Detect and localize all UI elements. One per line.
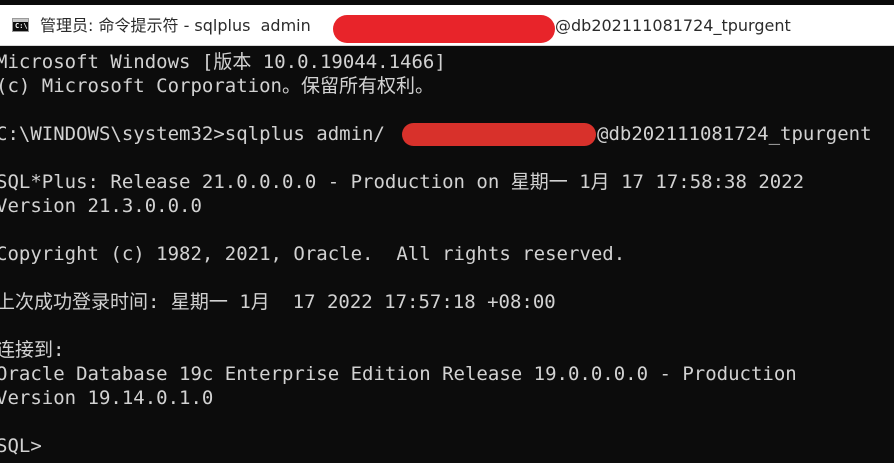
- password-redaction-mark: [402, 123, 596, 146]
- console-line: Copyright (c) 1982, 2021, Oracle. All ri…: [0, 243, 626, 265]
- console-line: Oracle Database 19c Enterprise Edition R…: [0, 363, 797, 385]
- window-title-suffix: @db202111081724_tpurgent: [555, 16, 791, 35]
- title-redaction-mark: [333, 15, 555, 43]
- console-line: (c) Microsoft Corporation。保留所有权利。: [0, 75, 434, 97]
- sql-prompt[interactable]: SQL>: [0, 434, 42, 458]
- console-line: Microsoft Windows [版本 10.0.19044.1466]: [0, 51, 446, 73]
- console-app-icon[interactable]: C:\: [12, 18, 29, 32]
- title-bar[interactable]: C:\ 管理员: 命令提示符 - sqlplus admin @db202111…: [0, 5, 894, 46]
- console-line: SQL*Plus: Release 21.0.0.0.0 - Productio…: [0, 171, 805, 193]
- console-command-tail: @db202111081724_tpurgent: [597, 123, 872, 145]
- window-title: 管理员: 命令提示符 - sqlplus admin: [40, 16, 311, 35]
- console-line: Version 19.14.0.1.0: [0, 387, 214, 409]
- icon-prompt-glyph: C:\: [15, 22, 28, 30]
- console-line: 连接到:: [0, 339, 65, 361]
- console-line: Version 21.3.0.0.0: [0, 195, 202, 217]
- cmd-window: C:\ 管理员: 命令提示符 - sqlplus admin @db202111…: [0, 0, 894, 463]
- console-line: 上次成功登录时间: 星期一 1月 17 2022 17:57:18 +08:00: [0, 291, 556, 313]
- console-command-line: C:\WINDOWS\system32>sqlplus admin/: [0, 123, 385, 145]
- console-output[interactable]: Microsoft Windows [版本 10.0.19044.1466] (…: [0, 46, 894, 463]
